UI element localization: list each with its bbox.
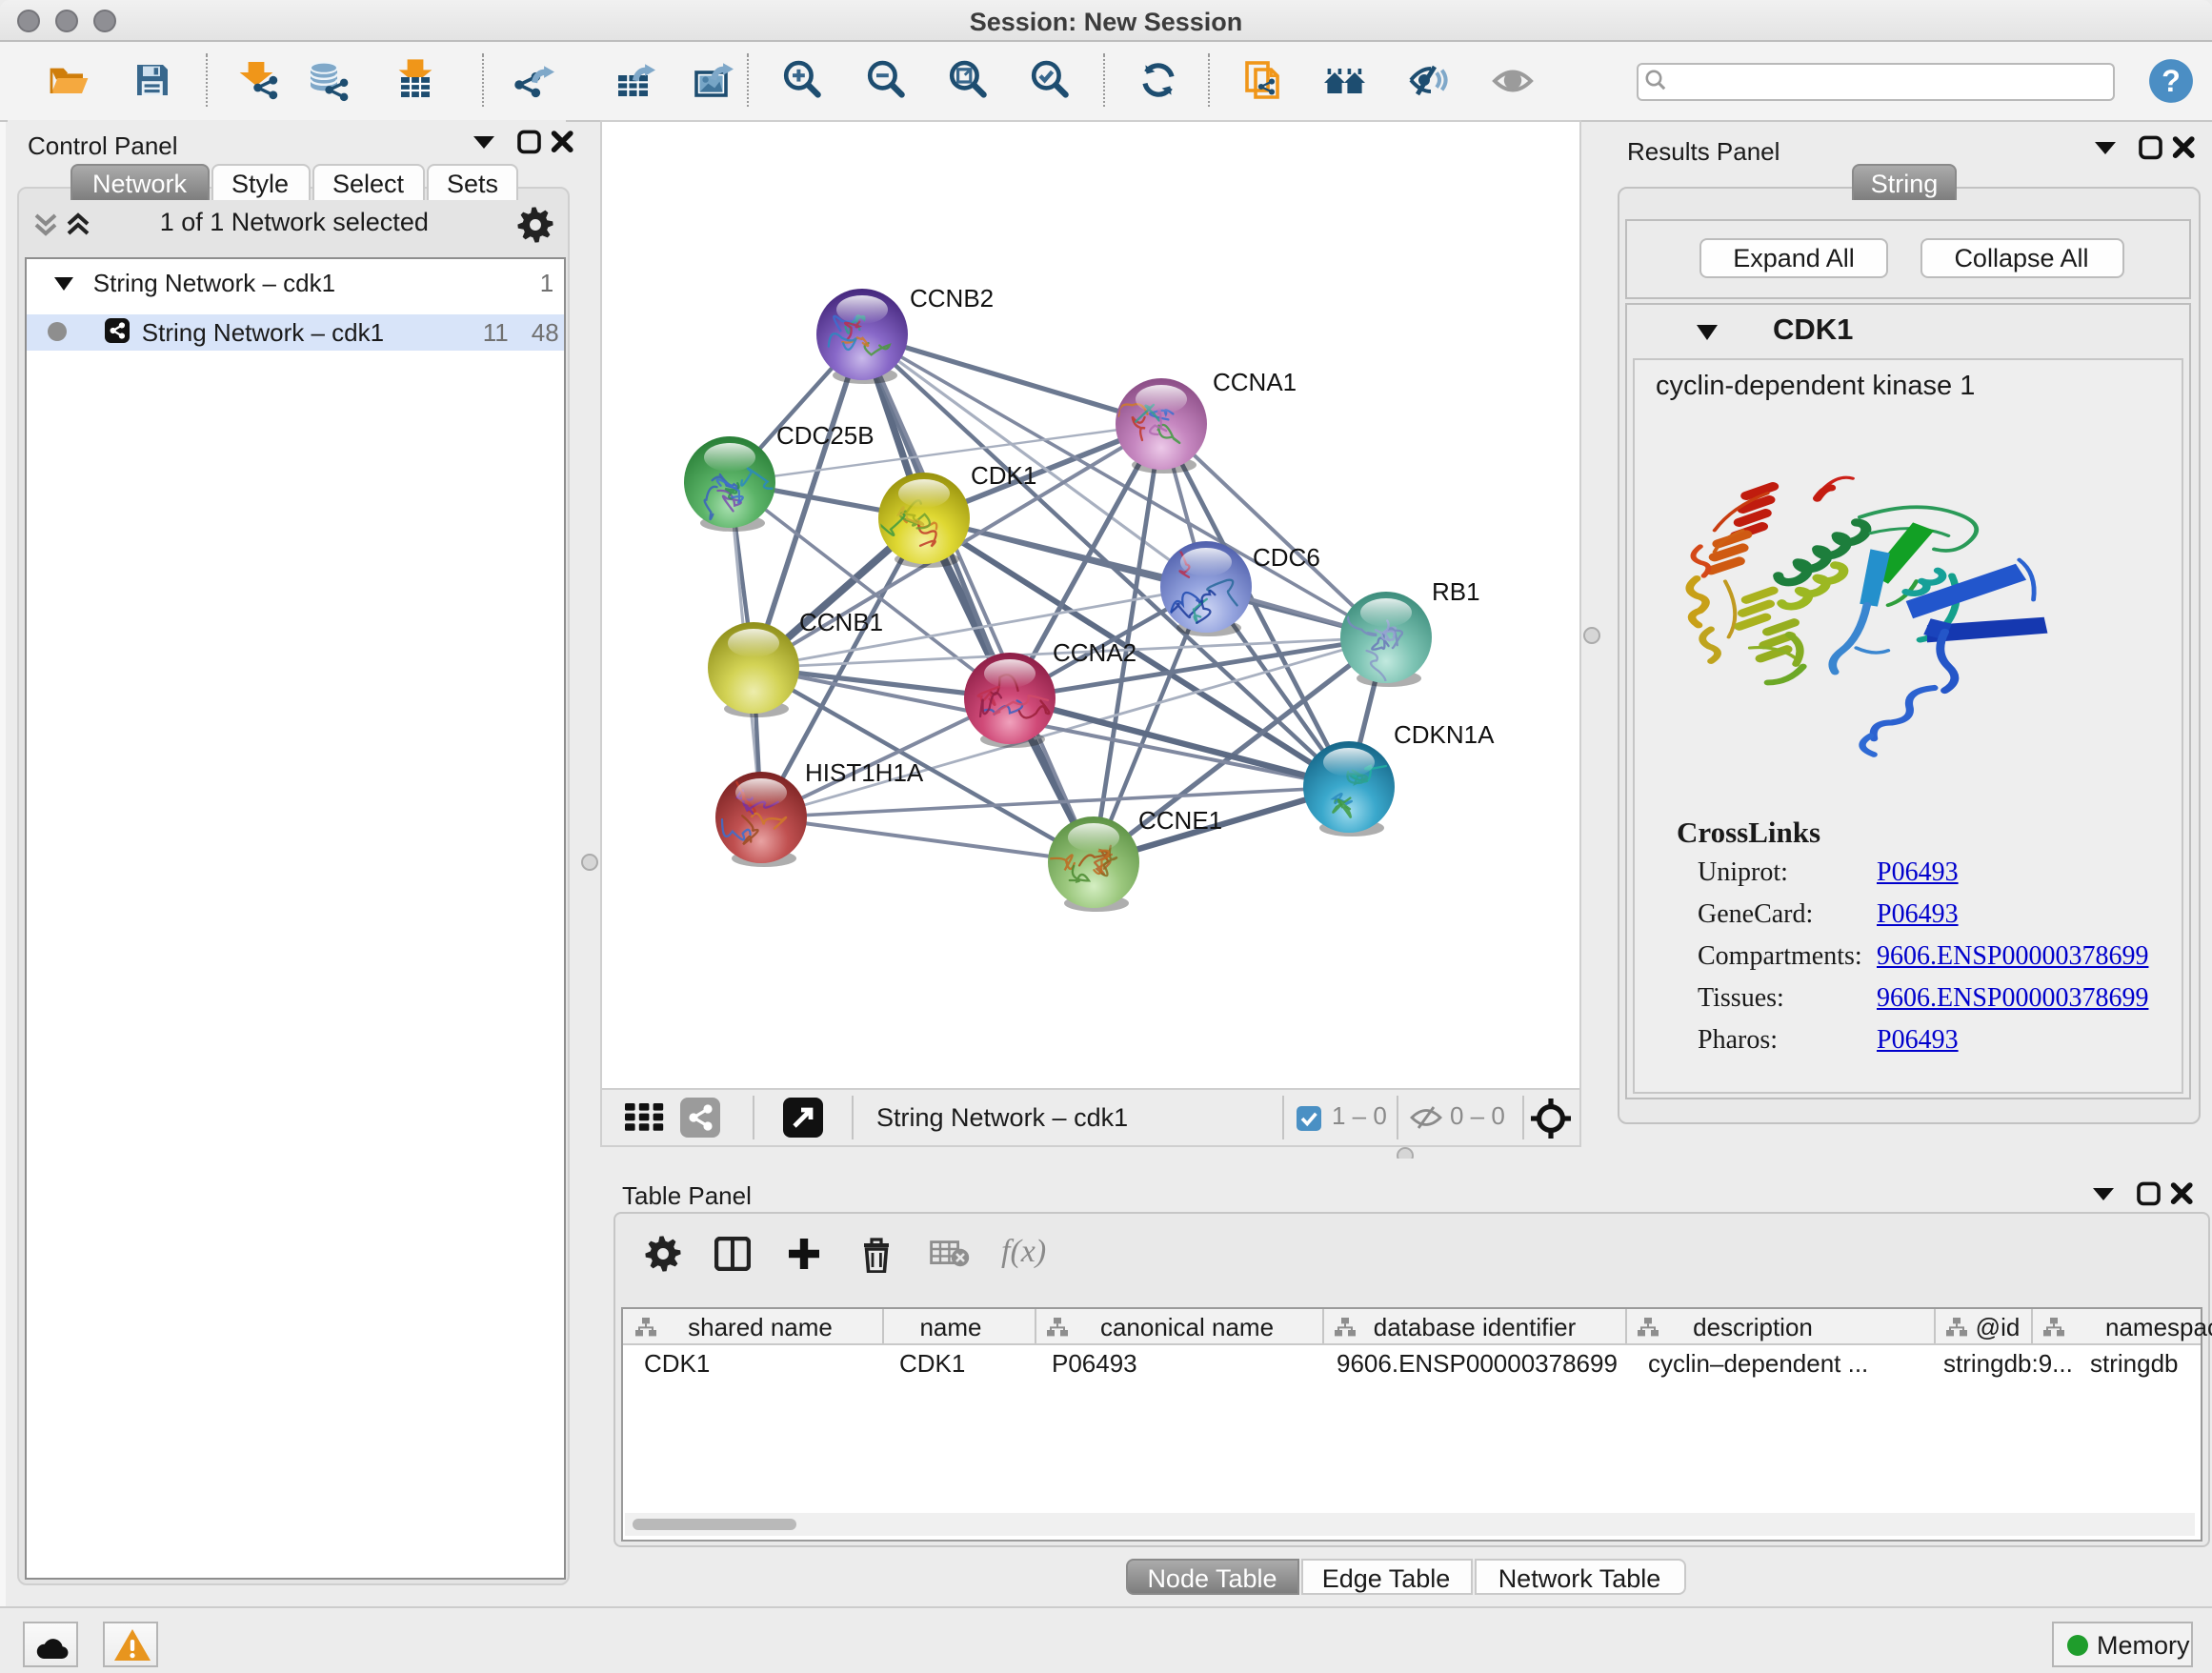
svg-text:CDC25B: CDC25B [776,420,875,449]
svg-text:HIST1H1A: HIST1H1A [805,757,924,786]
svg-text:CCNA1: CCNA1 [1213,367,1297,395]
svg-text:CDC6: CDC6 [1253,542,1320,571]
svg-text:CDKN1A: CDKN1A [1394,719,1495,748]
svg-text:CCNB2: CCNB2 [910,283,994,312]
svg-text:CCNE1: CCNE1 [1138,805,1222,834]
svg-text:CCNA2: CCNA2 [1053,637,1136,666]
svg-text:?: ? [2161,64,2180,98]
svg-text:CDK1: CDK1 [971,460,1036,489]
svg-text:CCNB1: CCNB1 [799,607,883,635]
svg-text:RB1: RB1 [1432,576,1480,605]
